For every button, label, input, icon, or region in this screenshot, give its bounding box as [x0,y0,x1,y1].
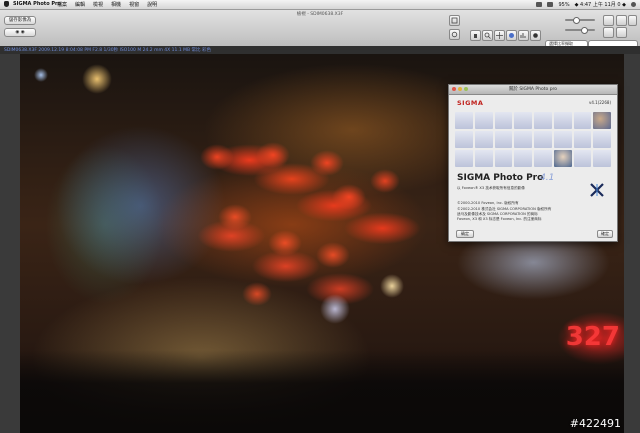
splash-tile [474,150,493,167]
menu-help[interactable]: 說明 [147,1,157,8]
product-name: SIGMA Photo Pro [457,173,543,183]
splash-tile [474,131,493,148]
window-toolbar: 檢視 - SDIM0638.X3F 儲存影像為 ◉ ◉ 選擇比率擷取 [0,10,640,48]
bokeh-light [380,274,404,298]
lantern [370,169,400,193]
zoom-fit-icon[interactable] [449,15,460,26]
lantern [218,204,252,230]
menu-app-name[interactable]: SIGMA Photo Pro [13,1,61,7]
adjust-icon[interactable] [530,30,541,41]
watermark: #422491 [569,417,621,430]
splash-tile [455,112,473,129]
ok-button-left[interactable]: 确定 [456,230,474,238]
menu-window[interactable]: 視窗 [129,1,139,8]
wifi-icon[interactable] [536,2,543,7]
menu-edit[interactable]: 編輯 [75,1,85,8]
splash-tile [593,150,611,167]
close-icon[interactable] [452,87,456,91]
splash-tile [514,112,532,129]
battery-status[interactable]: 95% [558,2,569,8]
neon-sign: 327 [565,322,620,352]
splash-tile [573,150,592,167]
crowd-silhouette [20,349,624,433]
splash-tile [593,112,611,129]
bokeh-light [82,64,112,94]
apple-icon[interactable] [4,1,9,7]
fullscreen-icon[interactable] [628,15,637,26]
splash-tile [593,131,611,148]
lantern [332,184,366,210]
about-line: Foveon, X3 和 X3 标志是 Foveon, Inc. 的注册商标 [457,217,542,221]
after-icon[interactable] [616,27,627,38]
volume-icon[interactable] [547,2,554,7]
zoom-window-icon[interactable] [464,87,468,91]
splash-tile [494,150,513,167]
info-icon[interactable] [506,30,517,41]
about-dialog-titlebar: 關於 SIGMA Photo pro [449,85,617,95]
ok-button[interactable]: 確定 [597,230,613,238]
rotate-icon[interactable] [449,29,460,40]
before-icon[interactable] [603,27,614,38]
splash-tile [455,131,473,148]
lantern [242,282,272,306]
splash-tile [534,150,552,167]
clock[interactable]: ◆ 4:47 上午 11月 0 ◆ [575,1,626,8]
view-double-icon[interactable] [616,15,627,26]
splash-tile [494,131,513,148]
splash-tile [573,131,592,148]
minimize-icon[interactable] [458,87,462,91]
splash-tile [534,112,552,129]
lantern [268,230,302,256]
product-version: 4.1 [540,173,555,183]
lantern [310,150,344,176]
zoom-slider-knob[interactable] [573,17,580,24]
hand-tool-icon[interactable] [470,30,481,41]
lantern [256,142,290,168]
menu-view[interactable]: 檢視 [93,1,103,8]
lantern [200,144,234,170]
menu-bar: SIGMA Photo Pro 檔案 編輯 檢視 相機 視窗 說明 95% ◆ … [0,0,640,10]
histogram-icon[interactable] [518,30,529,41]
splash-tile [573,112,592,129]
spotlight-icon[interactable] [631,2,636,7]
image-info-text: SDIM0638.X3F 2009.12.19 8:04:08 PM F2.8 … [4,48,211,53]
view-mode-toggle[interactable]: ◉ ◉ [4,28,36,37]
bokeh-light [34,68,48,82]
about-line: ©2000-2010 Foveon, Inc. 版权所有 [457,201,519,205]
product-name-text: SIGMA Photo Pro [457,173,544,183]
size-slider[interactable] [565,27,595,34]
grid-icon[interactable] [494,30,505,41]
splash-tile [553,112,572,129]
splash-tile [553,131,572,148]
splash-tile [553,150,572,167]
splash-tile-grid [455,112,611,167]
view-single-icon[interactable] [603,15,614,26]
about-dialog: 關於 SIGMA Photo pro SIGMA v4.1(2268) SIGM… [448,84,618,242]
menu-extras: 95% ◆ 4:47 上午 11月 0 ◆ [536,1,636,8]
splash-tile [534,131,552,148]
image-info-bar: SDIM0638.X3F 2009.12.19 8:04:08 PM F2.8 … [0,46,640,54]
about-line: 以 Foveon® X3 技术获取所有信息的影像 [457,186,525,190]
about-dialog-title: 關於 SIGMA Photo pro [508,87,558,92]
splash-tile [494,112,513,129]
menu-camera[interactable]: 相機 [111,1,121,8]
lantern [316,242,350,268]
window-title: 檢視 - SDIM0638.X3F [296,12,344,17]
splash-tile [474,112,493,129]
splash-tile [514,150,532,167]
save-image-button[interactable]: 儲存影像為 [4,16,36,25]
menu-list: 檔案 編輯 檢視 相機 視窗 說明 [57,1,157,8]
bokeh-light [320,294,350,324]
x3-logo-icon [590,183,604,197]
menu-file[interactable]: 檔案 [57,1,67,8]
size-slider-knob[interactable] [581,27,588,34]
zoom-in-icon[interactable] [482,30,493,41]
splash-tile [455,150,473,167]
zoom-slider[interactable] [565,17,595,24]
sigma-logo: SIGMA [457,99,484,107]
splash-tile [514,131,532,148]
version-number: v4.1(2268) [588,100,611,105]
